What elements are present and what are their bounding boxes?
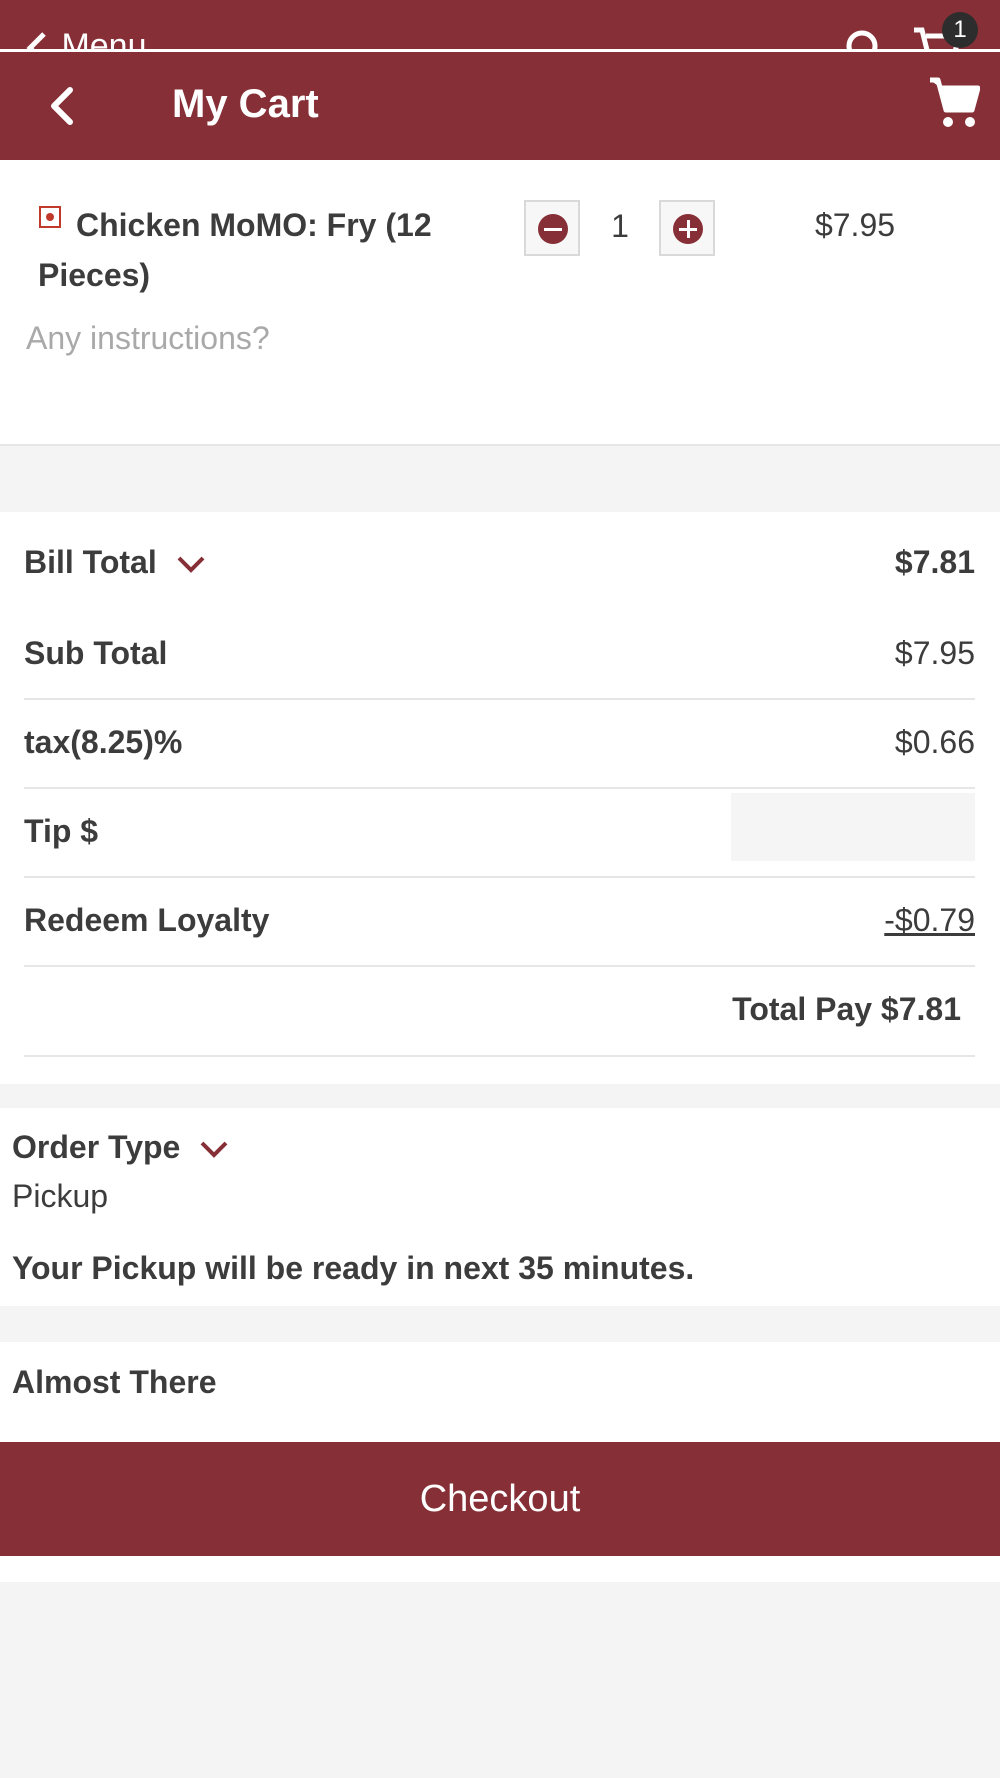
chevron-left-icon bbox=[26, 32, 46, 50]
footer-strip bbox=[0, 1556, 1000, 1582]
search-icon[interactable] bbox=[844, 28, 888, 50]
cart-icon[interactable] bbox=[928, 76, 980, 132]
cart-header: My Cart bbox=[0, 52, 1000, 160]
tip-label: Tip $ bbox=[24, 813, 99, 849]
background-back-link[interactable]: Menu bbox=[22, 26, 147, 50]
divider bbox=[24, 1055, 975, 1057]
item-name: Chicken MoMO: Fry (12 Pieces) bbox=[38, 207, 432, 293]
cart-count-badge: 1 bbox=[942, 12, 978, 48]
minus-icon bbox=[538, 214, 568, 244]
bill-total-label: Bill Total bbox=[24, 544, 157, 580]
subtotal-value: $7.95 bbox=[894, 635, 975, 671]
increase-quantity-button[interactable] bbox=[659, 200, 715, 256]
order-type-title: Order Type bbox=[12, 1129, 181, 1165]
tax-value: $0.66 bbox=[894, 724, 975, 760]
decrease-quantity-button[interactable] bbox=[524, 200, 580, 256]
plus-icon bbox=[673, 214, 703, 244]
loyalty-link[interactable]: -$0.79 bbox=[884, 898, 975, 942]
order-type-toggle[interactable]: Order Type bbox=[12, 1125, 229, 1169]
chevron-down-icon bbox=[200, 1141, 228, 1158]
divider bbox=[24, 965, 975, 967]
chevron-left-icon[interactable] bbox=[40, 80, 84, 132]
checkout-button[interactable]: Checkout bbox=[0, 1442, 1000, 1556]
tax-label: tax(8.25)% bbox=[24, 724, 183, 760]
background-back-label: Menu bbox=[61, 27, 147, 50]
pickup-message: Your Pickup will be ready in next 35 min… bbox=[12, 1250, 695, 1286]
order-type-value: Pickup bbox=[12, 1178, 109, 1214]
almost-there-label: Almost There bbox=[12, 1364, 217, 1400]
bill-card: Bill Total $7.81 Sub Total $7.95 tax(8.2… bbox=[0, 512, 1000, 1084]
total-pay: Total Pay $7.81 bbox=[732, 991, 961, 1027]
page-title: My Cart bbox=[172, 82, 319, 126]
loyalty-label: Redeem Loyalty bbox=[24, 902, 270, 938]
subtotal-label: Sub Total bbox=[24, 635, 168, 671]
instructions-input[interactable] bbox=[26, 316, 626, 360]
bill-total-value: $7.81 bbox=[894, 544, 975, 580]
chevron-down-icon[interactable] bbox=[176, 555, 206, 575]
item-price: $7.95 bbox=[814, 207, 896, 243]
divider bbox=[24, 698, 975, 700]
quantity-value: 1 bbox=[611, 208, 629, 244]
background-app-bar: Menu bbox=[0, 0, 1000, 50]
divider bbox=[24, 876, 975, 878]
tip-input[interactable] bbox=[731, 793, 975, 861]
divider bbox=[24, 787, 975, 789]
